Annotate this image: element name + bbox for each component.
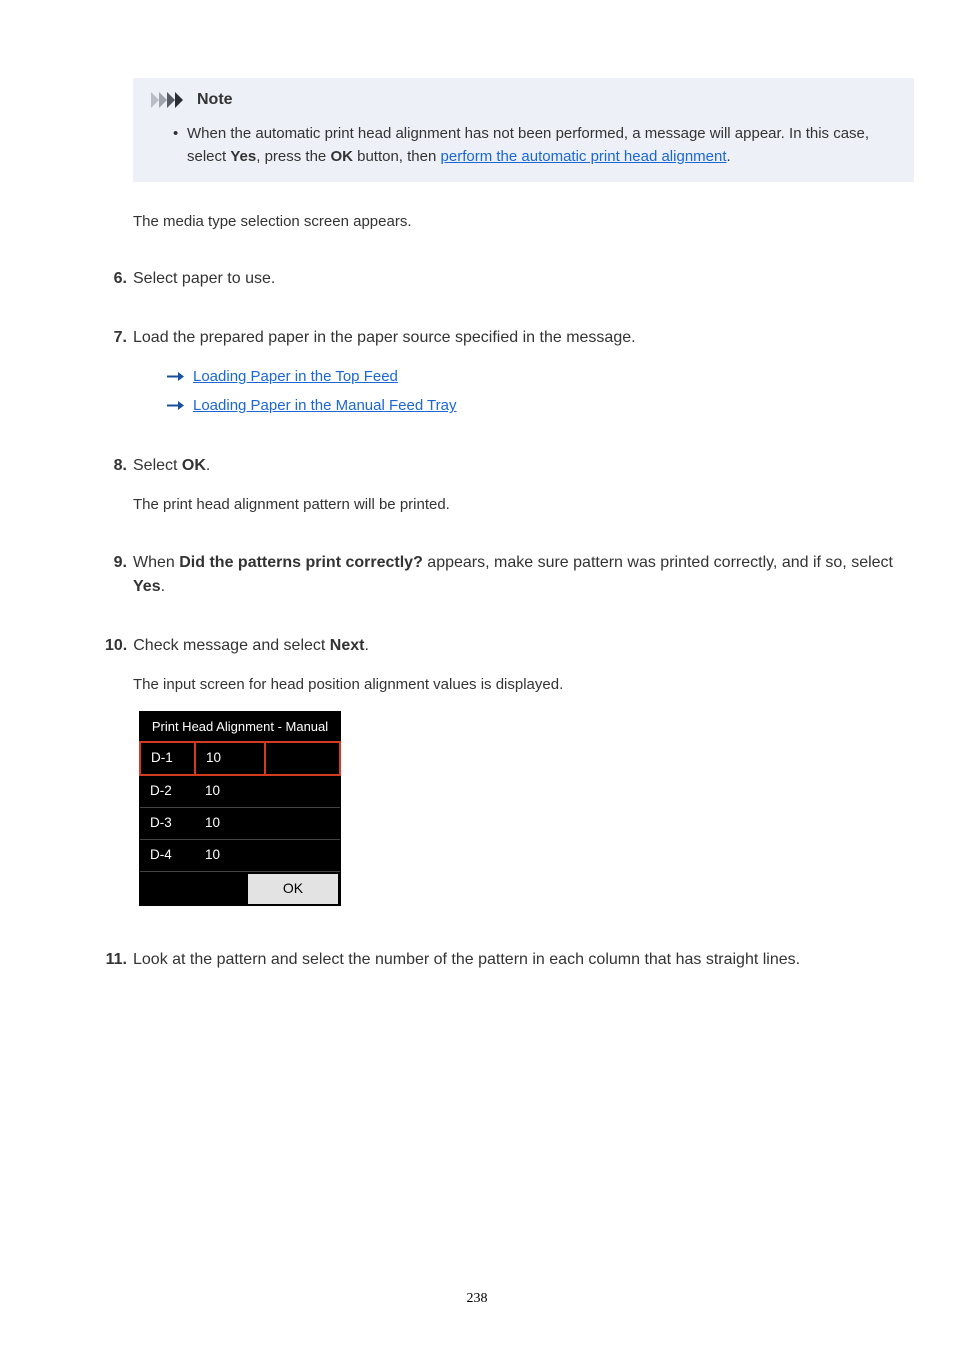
device-row-label: D-3 — [140, 808, 195, 840]
note-chevrons-icon — [151, 92, 191, 108]
note-box: Note When the automatic print head align… — [133, 78, 914, 182]
step-6-num: 6. — [105, 267, 133, 292]
step-9-yes: Yes — [133, 578, 161, 595]
step-8-text: Select OK. — [133, 454, 914, 479]
device-row: D-4 10 — [140, 840, 340, 872]
link-manual-feed-tray[interactable]: Loading Paper in the Manual Feed Tray — [193, 394, 457, 417]
device-row-val: 10 — [195, 808, 265, 840]
device-title: Print Head Alignment - Manual — [139, 711, 341, 741]
note-text: , press the — [256, 148, 330, 165]
step-9-num: 9. — [105, 551, 133, 601]
device-row-val: 10 — [195, 840, 265, 872]
link-top-feed[interactable]: Loading Paper in the Top Feed — [193, 365, 398, 388]
device-row-label: D-4 — [140, 840, 195, 872]
step-8-ok: OK — [182, 457, 206, 474]
step-10-num: 10. — [105, 634, 133, 659]
note-text: . — [727, 148, 731, 165]
device-row-val: 10 — [195, 742, 265, 775]
step-8-post: . — [206, 457, 210, 474]
device-row: D-2 10 — [140, 775, 340, 807]
step-9-mid: appears, make sure pattern was printed c… — [423, 554, 893, 571]
step-7-text: Load the prepared paper in the paper sou… — [133, 326, 914, 351]
note-yes: Yes — [230, 148, 256, 165]
page-number: 238 — [0, 1288, 954, 1310]
step-11-num: 11. — [105, 948, 133, 973]
note-ok: OK — [330, 148, 353, 165]
note-title: Note — [197, 88, 233, 113]
step-7-num: 7. — [105, 326, 133, 423]
step-10-after: The input screen for head position align… — [133, 673, 914, 696]
arrow-right-icon — [167, 400, 185, 411]
step-8-pre: Select — [133, 457, 182, 474]
device-row-selected: D-1 10 — [140, 742, 340, 775]
step-11-text: Look at the pattern and select the numbe… — [133, 948, 914, 973]
step-9-pre: When — [133, 554, 179, 571]
media-type-text: The media type selection screen appears. — [133, 210, 914, 233]
step-9-text: When Did the patterns print correctly? a… — [133, 551, 914, 601]
step-8-after: The print head alignment pattern will be… — [133, 493, 914, 516]
device-row-val: 10 — [195, 775, 265, 807]
note-link-auto-alignment[interactable]: perform the automatic print head alignme… — [441, 148, 727, 165]
step-10-post: . — [364, 637, 368, 654]
step-9-post: . — [161, 578, 165, 595]
device-row-label: D-2 — [140, 775, 195, 807]
device-ok-button: OK — [248, 874, 338, 904]
step-6-text: Select paper to use. — [133, 267, 914, 292]
device-screenshot: Print Head Alignment - Manual D-1 10 D-2… — [139, 711, 341, 906]
arrow-right-icon — [167, 371, 185, 382]
device-row-label: D-1 — [140, 742, 195, 775]
note-bullet: When the automatic print head alignment … — [187, 122, 896, 169]
device-row: D-3 10 — [140, 808, 340, 840]
step-9-q: Did the patterns print correctly? — [179, 554, 423, 571]
step-8-num: 8. — [105, 454, 133, 479]
step-10-text: Check message and select Next. — [133, 634, 914, 659]
step-10-next: Next — [330, 637, 365, 654]
note-text: button, then — [353, 148, 441, 165]
step-10-pre: Check message and select — [133, 637, 330, 654]
